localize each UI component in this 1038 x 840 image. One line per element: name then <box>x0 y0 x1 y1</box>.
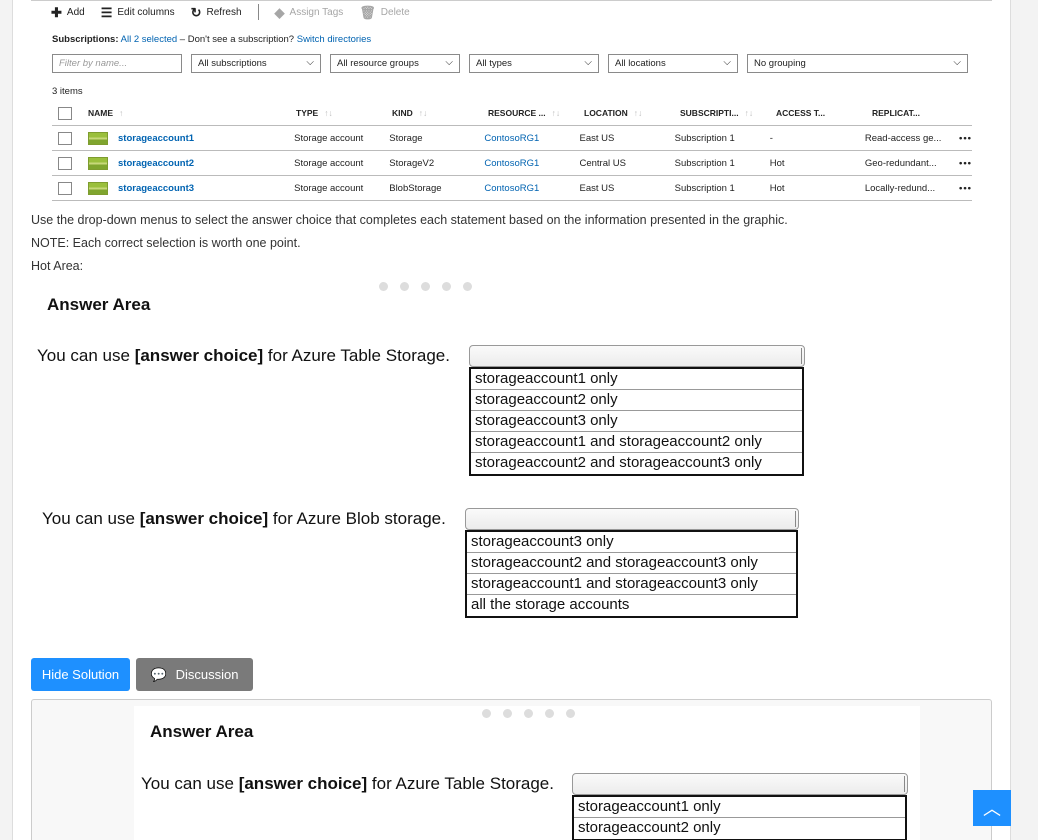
dropdown-option[interactable]: storageaccount1 only <box>574 797 905 818</box>
resource-name-link[interactable]: storageaccount2 <box>118 158 194 169</box>
chevron-down-icon: ⌵ <box>584 57 592 68</box>
refresh-button[interactable]: ↻ Refresh <box>191 6 242 19</box>
locations-filter[interactable]: All locations ⌵ <box>608 54 738 73</box>
delete-button[interactable]: 🗑 Delete <box>359 6 409 19</box>
solution-panel: Answer Area You can use [answer choice] … <box>31 699 992 840</box>
grouping-filter[interactable]: No grouping ⌵ <box>747 54 968 73</box>
solution-answer-image: Answer Area You can use [answer choice] … <box>134 706 920 840</box>
filter-bar: Filter by name... All subscriptions ⌵ All… <box>52 54 977 73</box>
discussion-button[interactable]: 💬 Discussion <box>136 658 253 691</box>
column-header-access-tier[interactable]: ACCESS T... <box>776 108 872 118</box>
table-storage-dropdown[interactable] <box>469 345 805 367</box>
edit-columns-button[interactable]: ☰ Edit columns <box>101 6 175 19</box>
dropdown-option[interactable]: storageaccount1 only <box>471 369 802 390</box>
filter-by-name-input[interactable]: Filter by name... <box>52 54 182 73</box>
column-header-name[interactable]: NAME ↑ <box>88 108 296 118</box>
answer-area-title: Answer Area <box>47 295 151 314</box>
column-header-replication[interactable]: REPLICAT... <box>872 108 967 118</box>
grid-header: NAME ↑ TYPE ↑↓ KIND ↑↓ RESOURCE ... ↑↓ LOCAT… <box>52 101 972 126</box>
dropdown-option[interactable]: storageaccount3 only <box>467 532 796 553</box>
chevron-down-icon: ⌵ <box>306 57 314 68</box>
chevron-down-icon: ⌵ <box>953 57 961 68</box>
table-storage-options: storageaccount1 only storageaccount2 onl… <box>572 795 907 840</box>
statement-table-storage: You can use [answer choice] for Azure Ta… <box>37 346 450 365</box>
resource-group-link[interactable]: ContosoRG1 <box>484 183 579 194</box>
note-text: NOTE: Each correct selection is worth on… <box>31 236 301 250</box>
dropdown-option[interactable]: storageaccount1 and storageaccount3 only <box>467 574 796 595</box>
statement-table-storage: You can use [answer choice] for Azure Ta… <box>141 774 554 793</box>
switch-directories-link[interactable]: Switch directories <box>297 34 371 45</box>
subscriptions-selected-link[interactable]: All 2 selected <box>121 34 178 45</box>
resource-name-link[interactable]: storageaccount1 <box>118 133 194 144</box>
blob-storage-dropdown[interactable] <box>465 508 799 530</box>
column-header-resource-group[interactable]: RESOURCE ... ↑↓ <box>488 108 584 118</box>
table-row[interactable]: storageaccount3 Storage account BlobStor… <box>52 176 972 201</box>
azure-portal-screenshot: ✚ Add ☰ Edit columns ↻ Refresh ◆ Assign Tags… <box>31 0 992 208</box>
column-header-subscription[interactable]: SUBSCRIPTI... ↑↓ <box>680 108 776 118</box>
select-all-checkbox[interactable] <box>58 106 72 120</box>
tag-icon: ◆ <box>274 4 285 20</box>
table-storage-options: storageaccount1 only storageaccount2 onl… <box>469 367 804 476</box>
table-row[interactable]: storageaccount1 Storage account Storage … <box>52 126 972 151</box>
column-header-location[interactable]: LOCATION ↑↓ <box>584 108 680 118</box>
storage-account-icon <box>88 131 108 145</box>
column-header-type[interactable]: TYPE ↑↓ <box>296 108 392 118</box>
dropdown-option[interactable]: storageaccount2 only <box>574 818 905 839</box>
resource-group-link[interactable]: ContosoRG1 <box>484 133 579 144</box>
toolbar-divider <box>257 4 259 20</box>
dropdown-option[interactable]: storageaccount2 only <box>471 390 802 411</box>
plus-icon: ✚ <box>51 4 62 20</box>
items-count: 3 items <box>52 86 83 97</box>
dot-watermark <box>379 282 484 291</box>
statement-blob-storage: You can use [answer choice] for Azure Bl… <box>42 509 446 528</box>
more-options-icon[interactable]: ••• <box>959 158 972 169</box>
comment-icon: 💬 <box>150 666 167 682</box>
resource-group-link[interactable]: ContosoRG1 <box>484 158 579 169</box>
resource-groups-filter[interactable]: All resource groups ⌵ <box>330 54 460 73</box>
columns-icon: ☰ <box>100 4 113 20</box>
answer-area-image: Answer Area You can use [answer choice] … <box>31 278 831 623</box>
resource-name-link[interactable]: storageaccount3 <box>118 183 194 194</box>
chevron-up-icon: ︿ <box>983 799 1001 819</box>
subscriptions-filter[interactable]: All subscriptions ⌵ <box>191 54 321 73</box>
hot-area-label: Hot Area: <box>31 259 84 273</box>
dropdown-option[interactable]: storageaccount1 and storageaccount2 only <box>471 432 802 453</box>
column-header-kind[interactable]: KIND ↑↓ <box>392 108 488 118</box>
resources-grid: NAME ↑ TYPE ↑↓ KIND ↑↓ RESOURCE ... ↑↓ LOCAT… <box>52 101 972 201</box>
more-options-icon[interactable]: ••• <box>959 183 972 194</box>
types-filter[interactable]: All types ⌵ <box>469 54 599 73</box>
table-storage-dropdown[interactable] <box>572 773 908 795</box>
blob-storage-options: storageaccount3 only storageaccount2 and… <box>465 530 798 618</box>
assign-tags-button[interactable]: ◆ Assign Tags <box>275 6 344 19</box>
dropdown-option[interactable]: storageaccount2 and storageaccount3 only <box>467 553 796 574</box>
row-checkbox[interactable] <box>58 181 72 195</box>
chevron-down-icon: ⌵ <box>445 57 453 68</box>
chevron-down-icon: ⌵ <box>723 57 731 68</box>
more-options-icon[interactable]: ••• <box>959 133 972 144</box>
dot-watermark <box>482 709 587 718</box>
dropdown-option[interactable]: storageaccount3 only <box>471 411 802 432</box>
table-row[interactable]: storageaccount2 Storage account StorageV… <box>52 151 972 176</box>
storage-account-icon <box>88 181 108 195</box>
storage-account-icon <box>88 156 108 170</box>
subscriptions-line: Subscriptions: All 2 selected – Don't se… <box>52 34 372 45</box>
row-checkbox[interactable] <box>58 131 72 145</box>
toolbar: ✚ Add ☰ Edit columns ↻ Refresh ◆ Assign Tags… <box>51 3 426 21</box>
hide-solution-button[interactable]: Hide Solution <box>31 658 130 691</box>
dropdown-option[interactable]: all the storage accounts <box>467 595 796 616</box>
refresh-icon: ↻ <box>190 4 202 20</box>
answer-area-title: Answer Area <box>150 722 254 741</box>
row-checkbox[interactable] <box>58 156 72 170</box>
add-button[interactable]: ✚ Add <box>51 6 85 19</box>
instruction-text: Use the drop-down menus to select the an… <box>31 213 788 227</box>
back-to-top-button[interactable]: ︿ <box>973 790 1011 826</box>
dropdown-option[interactable]: storageaccount2 and storageaccount3 only <box>471 453 802 474</box>
trash-icon: 🗑 <box>359 4 376 20</box>
